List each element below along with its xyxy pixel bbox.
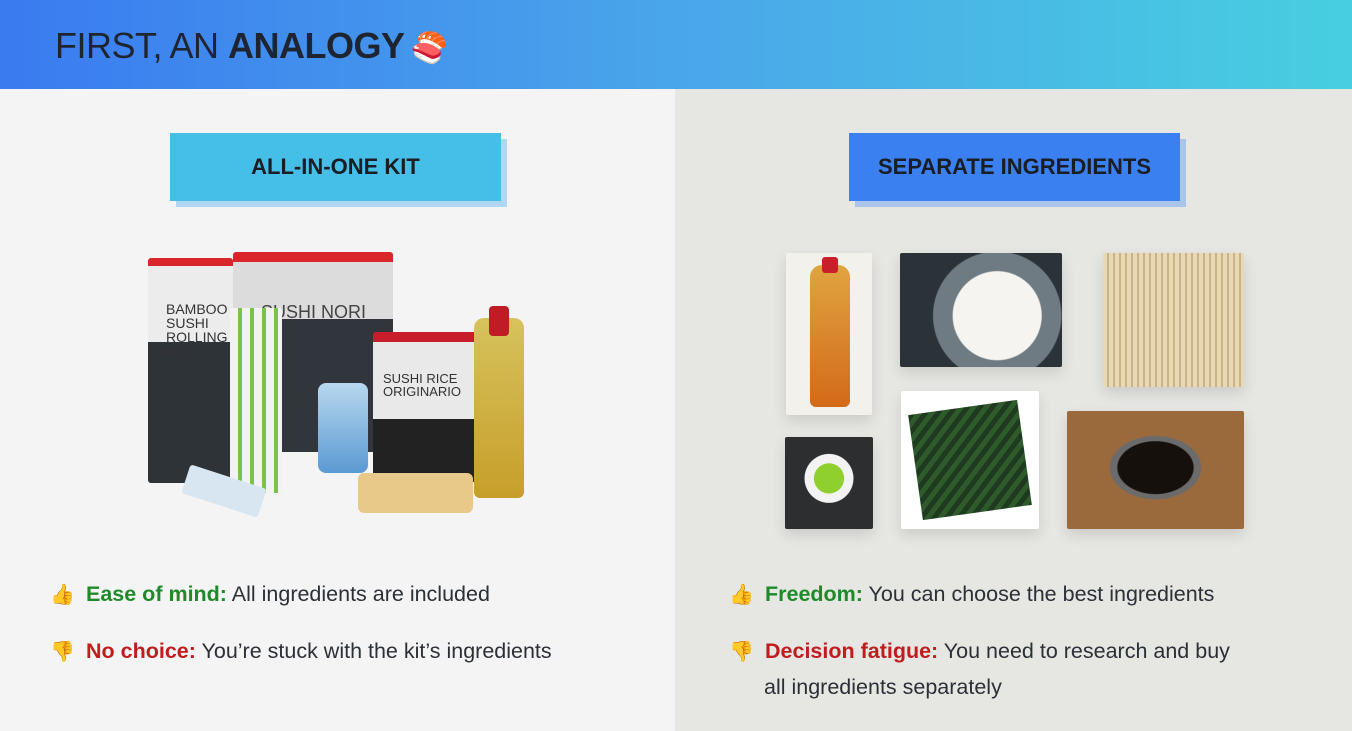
thumbs-down-icon: 👎 bbox=[729, 641, 754, 663]
left-con-label: No choice: bbox=[86, 639, 196, 663]
sushi-kit-image: BAMBOO SUSHI ROLLING MAT SUSHI NORI SUSH… bbox=[148, 248, 538, 528]
title-bold: ANALOGY bbox=[228, 25, 405, 66]
rice-bowl-image bbox=[900, 253, 1062, 367]
all-in-one-kit-tag: ALL-IN-ONE KIT bbox=[170, 133, 501, 201]
sushi-icon: 🍣 bbox=[410, 32, 448, 65]
nori-sheets-image bbox=[901, 391, 1039, 529]
right-con-label: Decision fatigue: bbox=[765, 639, 939, 663]
soy-sauce-image bbox=[1067, 411, 1244, 529]
right-pro-label: Freedom: bbox=[765, 582, 863, 606]
left-pro-label: Ease of mind: bbox=[86, 582, 227, 606]
left-pro-text: All ingredients are included bbox=[226, 582, 490, 606]
bamboo-mat-package: BAMBOO SUSHI ROLLING MAT bbox=[148, 258, 233, 483]
thumbs-up-icon: 👍 bbox=[50, 584, 75, 606]
bamboo-mat-image bbox=[1103, 253, 1244, 387]
right-con-text: You need to research and buy bbox=[938, 639, 1230, 663]
bamboo-mat-label: BAMBOO SUSHI ROLLING MAT bbox=[166, 301, 228, 359]
right-con-text-continued: all ingredients separately bbox=[764, 675, 1002, 699]
rice-box-label: SUSHI RICE ORIGINARIO bbox=[383, 371, 462, 399]
title-plain: FIRST, AN bbox=[55, 25, 229, 66]
right-pro-text: You can choose the best ingredients bbox=[862, 582, 1215, 606]
left-con-text: You’re stuck with the kit’s ingredients bbox=[195, 639, 552, 663]
sesame-jars bbox=[318, 383, 368, 473]
right-pro-row: 👍 Freedom: You can choose the best ingred… bbox=[729, 576, 1214, 613]
vinegar-bottle bbox=[474, 306, 524, 498]
rice-box: SUSHI RICE ORIGINARIO bbox=[373, 332, 481, 482]
thumbs-up-icon: 👍 bbox=[729, 584, 754, 606]
left-pro-row: 👍 Ease of mind: All ingredients are inclu… bbox=[50, 576, 490, 613]
separate-ingredients-tag: SEPARATE INGREDIENTS bbox=[849, 133, 1180, 201]
wasabi-image bbox=[785, 437, 873, 529]
ginger-pack bbox=[358, 473, 473, 513]
left-con-row: 👎 No choice: You’re stuck with the kit’s … bbox=[50, 633, 552, 670]
chopsticks bbox=[230, 308, 282, 493]
slide-title: FIRST, AN ANALOGY 🍣 bbox=[55, 25, 448, 67]
thumbs-down-icon: 👎 bbox=[50, 641, 75, 663]
header-bar: FIRST, AN ANALOGY 🍣 bbox=[0, 0, 1352, 89]
right-con-row: 👎 Decision fatigue: You need to research … bbox=[729, 633, 1230, 670]
rice-vinegar-image bbox=[786, 253, 872, 415]
